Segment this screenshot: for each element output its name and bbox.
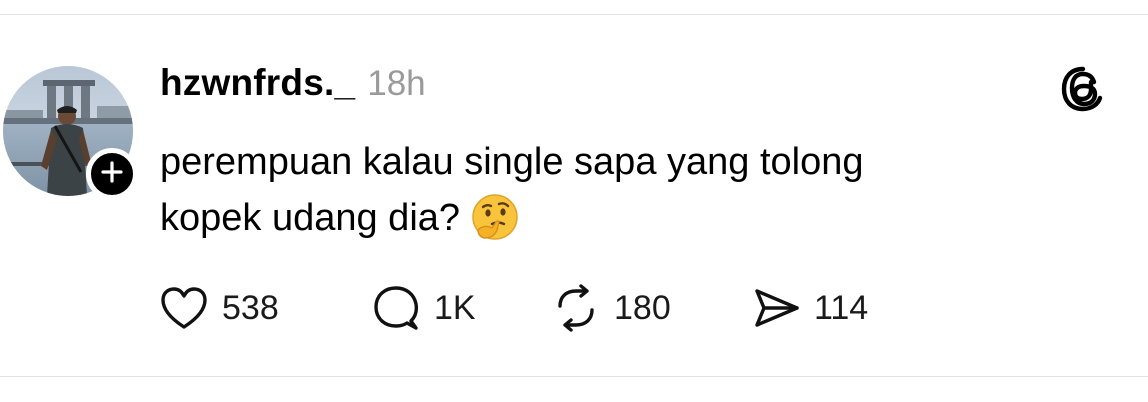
like-button[interactable]: 538 (158, 282, 370, 334)
follow-button[interactable] (86, 148, 138, 200)
post-text-line-1: perempuan kalau single sapa yang tolong (160, 141, 864, 183)
thinking-face-icon (470, 192, 520, 258)
top-divider (0, 14, 1148, 15)
post-body: perempuan kalau single sapa yang tolong … (160, 134, 1060, 258)
post-timestamp[interactable]: 18h (367, 64, 425, 104)
share-count: 114 (814, 288, 869, 327)
speech-bubble-icon (370, 282, 422, 334)
username-link[interactable]: hzwnfrds._ (160, 62, 355, 104)
post-header: hzwnfrds._ 18h (160, 62, 426, 106)
repost-count: 180 (614, 288, 671, 327)
repost-button[interactable]: 180 (550, 282, 750, 334)
post-text-line-2-text: kopek udang dia? (160, 197, 461, 239)
like-count: 538 (222, 288, 279, 327)
reply-count: 1K (434, 288, 476, 327)
threads-logo-icon[interactable] (1058, 64, 1108, 114)
heart-icon (158, 282, 210, 334)
plus-icon (100, 160, 124, 189)
repost-arrows-icon (550, 282, 602, 334)
action-bar: 538 1K 180 114 (158, 282, 868, 334)
bottom-divider (0, 376, 1148, 377)
post-text-line-2: kopek udang dia? (160, 190, 1060, 258)
share-button[interactable]: 114 (750, 282, 868, 334)
reply-button[interactable]: 1K (370, 282, 550, 334)
paper-plane-icon (750, 282, 802, 334)
